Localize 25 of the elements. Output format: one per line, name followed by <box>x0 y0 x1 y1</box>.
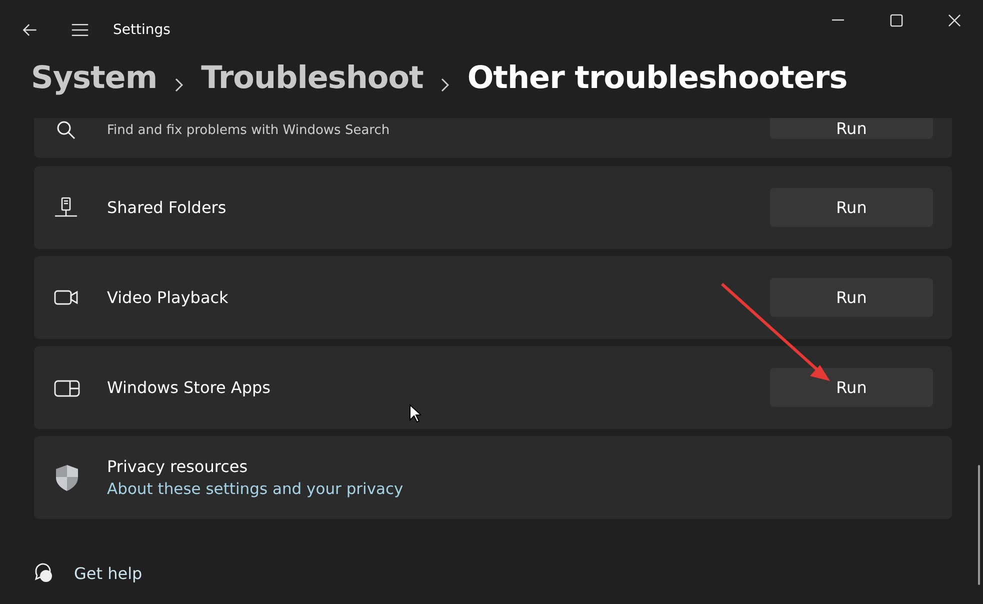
chevron-icon <box>441 78 450 92</box>
run-button[interactable]: Run <box>770 278 933 317</box>
help-chat-icon <box>32 562 54 584</box>
mouse-pointer-icon <box>409 404 421 423</box>
breadcrumb-item[interactable]: Troubleshoot <box>201 60 424 96</box>
run-button[interactable]: Run <box>770 118 933 139</box>
breadcrumb-item[interactable]: System <box>31 60 158 96</box>
run-button[interactable]: Run <box>770 368 933 407</box>
troubleshooter-title: Video Playback <box>107 288 228 307</box>
privacy-title: Privacy resources <box>107 457 249 476</box>
troubleshooter-description: Find and fix problems with Windows Search <box>107 123 390 138</box>
run-button[interactable]: Run <box>770 188 933 227</box>
close-icon <box>948 14 960 26</box>
menu-icon <box>70 21 90 39</box>
network-computer-icon <box>54 196 78 220</box>
window-title: Settings <box>113 22 170 38</box>
scrollbar[interactable] <box>978 465 980 585</box>
maximize-icon <box>890 14 902 26</box>
breadcrumb-item: Other troubleshooters <box>467 60 848 96</box>
get-help-link[interactable]: Get help <box>74 564 142 582</box>
shield-icon <box>54 464 80 492</box>
troubleshooter-title: Windows Store Apps <box>107 378 270 397</box>
chevron-icon <box>175 78 184 92</box>
troubleshooter-title: Shared Folders <box>107 198 226 217</box>
privacy-link[interactable]: About these settings and your privacy <box>107 480 404 498</box>
